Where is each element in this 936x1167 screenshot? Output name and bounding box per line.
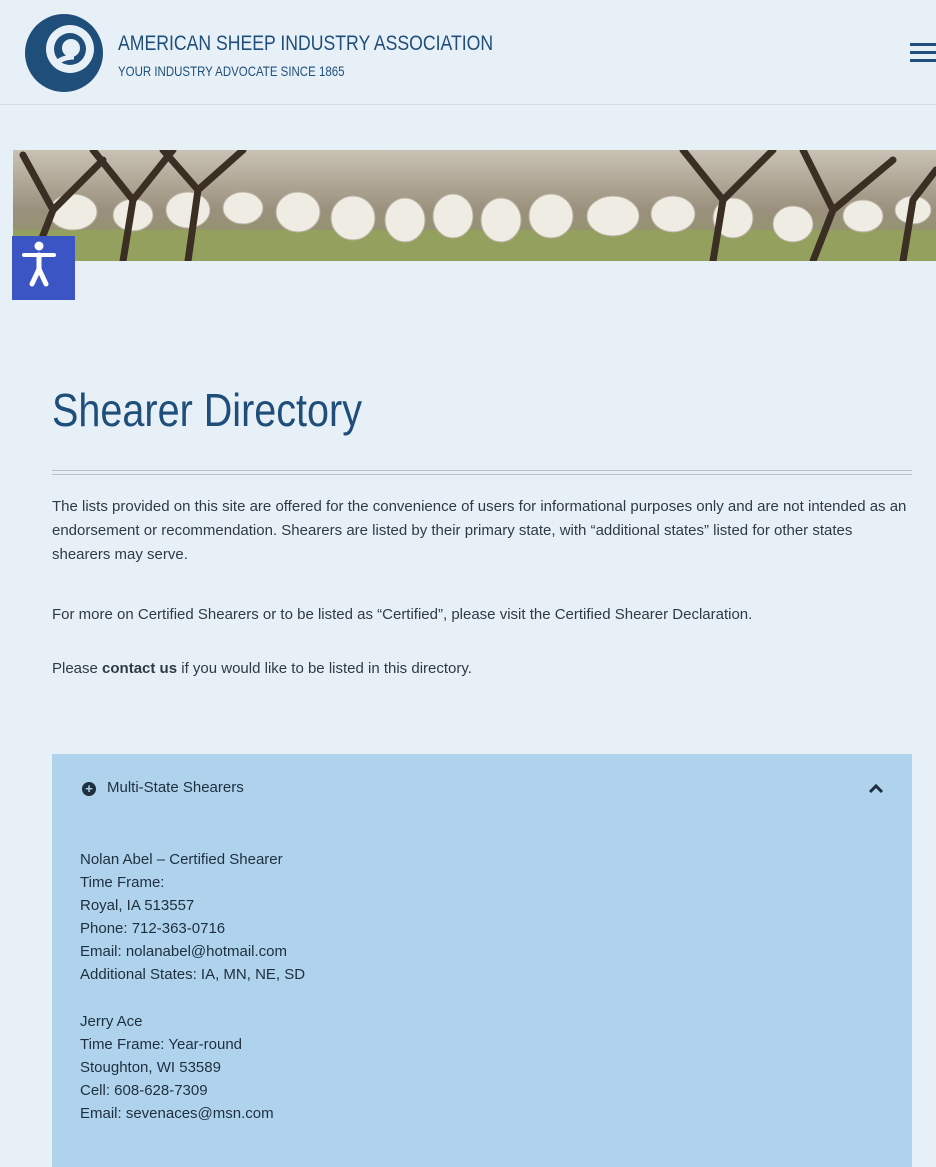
accessibility-icon	[22, 241, 56, 287]
hero-banner-image	[13, 150, 936, 261]
site-header: AMERICAN SHEEP INDUSTRY ASSOCIATION YOUR…	[0, 0, 936, 105]
shearer-location: Stoughton, WI 53589	[80, 1059, 221, 1076]
shearer-email: Email: sevenaces@msn.com	[80, 1105, 274, 1122]
intro-paragraph: The lists provided on this site are offe…	[52, 498, 907, 563]
asi-logo-icon[interactable]	[24, 13, 104, 93]
shearer-phone: Cell: 608-628-7309	[80, 1082, 208, 1099]
org-name[interactable]: AMERICAN SHEEP INDUSTRY ASSOCIATION	[118, 32, 493, 56]
hamburger-menu-icon[interactable]	[910, 43, 936, 65]
contact-suffix: if you would like to be listed in this d…	[177, 660, 472, 677]
shearer-location: Royal, IA 513557	[80, 897, 195, 914]
shearer-time-frame: Time Frame:	[80, 874, 165, 891]
shearer-email: Email: nolanabel@hotmail.com	[80, 943, 287, 960]
contact-paragraph: Please contact us if you would like to b…	[52, 657, 472, 681]
shearer-name: Nolan Abel – Certified Shearer	[80, 851, 283, 868]
accordion-header[interactable]: + Multi-State Shearers	[52, 754, 912, 824]
circle-plus-icon: +	[82, 782, 96, 796]
shearer-phone: Phone: 712-363-0716	[80, 920, 226, 937]
shearer-additional-states: Additional States: IA, MN, NE, SD	[80, 966, 306, 983]
chevron-up-icon[interactable]	[868, 782, 884, 794]
page-title: Shearer Directory	[52, 384, 362, 436]
shearer-list: Nolan Abel – Certified Shearer Time Fram…	[80, 848, 880, 1149]
contact-prefix: Please	[52, 660, 103, 677]
contact-us-link[interactable]: contact us	[102, 660, 177, 677]
shearer-name: Jerry Ace	[80, 1013, 143, 1030]
accessibility-button[interactable]	[12, 236, 75, 300]
certified-note: For more on Certified Shearers or to be …	[52, 606, 753, 623]
shearer-entry: Jerry Ace Time Frame: Year-round Stought…	[80, 1010, 880, 1125]
shearer-time-frame: Time Frame: Year-round	[80, 1036, 243, 1053]
shearer-entry: Nolan Abel – Certified Shearer Time Fram…	[80, 848, 880, 986]
accordion-title: Multi-State Shearers	[107, 779, 244, 796]
title-divider	[52, 470, 912, 475]
multi-state-accordion: + Multi-State Shearers Nolan Abel – Cert…	[52, 754, 912, 1167]
org-tagline: YOUR INDUSTRY ADVOCATE SINCE 1865	[118, 63, 345, 79]
